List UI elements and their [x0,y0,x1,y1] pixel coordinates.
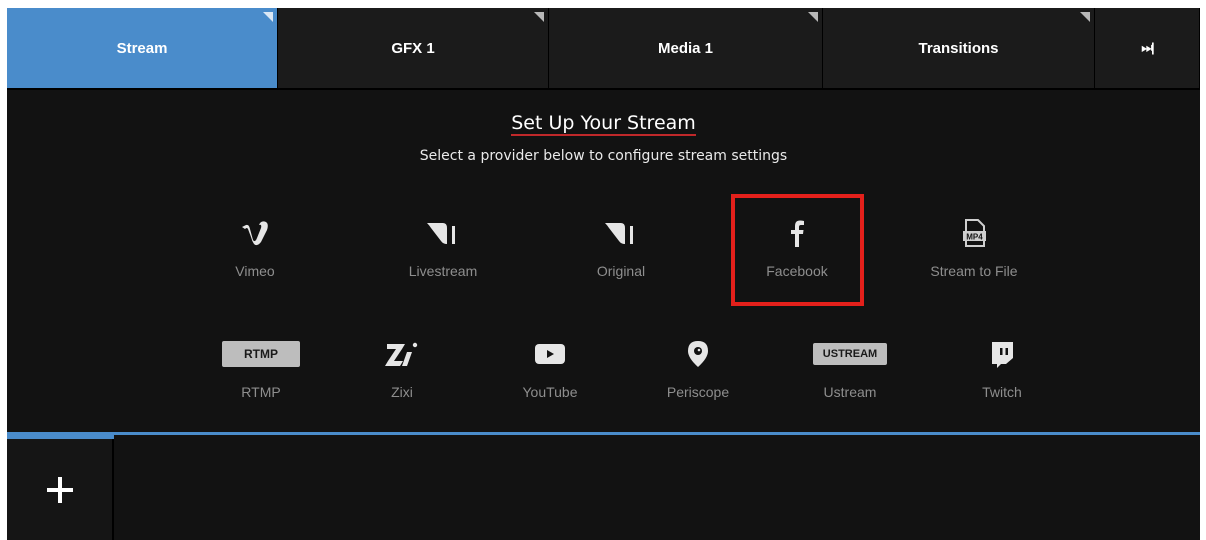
tab-corner-icon [1080,12,1090,22]
twitch-icon [937,334,1067,374]
ustream-badge-icon: USTREAM [785,334,915,374]
facebook-icon [732,213,862,253]
provider-vimeo[interactable]: Vimeo [190,213,320,303]
rtmp-badge: RTMP [222,341,300,367]
provider-label: Original [596,263,646,279]
tab-label: Stream [116,39,168,57]
stream-setup-panel: Set Up Your Stream Select a provider bel… [7,90,1200,432]
periscope-icon [633,334,763,374]
provider-label: Stream to File [930,263,1018,279]
livestream-icon [556,213,686,253]
rtmp-badge-icon: RTMP [196,334,326,374]
livestream-icon [378,213,508,253]
tab-bar: Stream GFX 1 Media 1 Transitions ⏭| [7,8,1200,90]
page-subtitle: Select a provider below to configure str… [419,148,788,164]
provider-livestream[interactable]: Livestream [378,213,508,303]
vimeo-icon [190,213,320,253]
provider-original[interactable]: Original [556,213,686,303]
tab-corner-icon [534,12,544,22]
mp4-badge-text: MP4 [966,233,983,242]
page-title: Set Up Your Stream [7,112,1200,136]
provider-label: Facebook [766,263,828,279]
tab-label: Transitions [918,39,999,57]
tab-corner-icon [263,12,273,22]
provider-periscope[interactable]: Periscope [633,334,763,424]
ustream-badge: USTREAM [812,343,888,365]
add-button[interactable] [7,439,114,540]
provider-facebook[interactable]: Facebook [732,213,862,303]
tab-media-1[interactable]: Media 1 [549,8,823,88]
tab-gfx-1[interactable]: GFX 1 [278,8,549,88]
provider-ustream[interactable]: USTREAM Ustream [785,334,915,424]
provider-label: Twitch [982,384,1022,400]
provider-zixi[interactable]: Zixi [337,334,467,424]
tab-label: GFX 1 [391,39,435,57]
tab-corner-icon [808,12,818,22]
mp4-file-icon: MP4 [909,213,1039,253]
provider-label: Zixi [391,384,413,400]
zixi-icon [337,334,467,374]
skip-to-end-icon: ⏭| [1141,40,1154,55]
provider-label: RTMP [241,384,281,400]
tab-transitions[interactable]: Transitions [823,8,1095,88]
tab-label: Media 1 [657,39,714,57]
provider-label: Ustream [823,384,877,400]
provider-youtube[interactable]: YouTube [485,334,615,424]
provider-rtmp[interactable]: RTMP RTMP [196,334,326,424]
plus-icon [46,476,73,503]
tab-stream[interactable]: Stream [7,8,278,88]
provider-label: Livestream [408,263,478,279]
provider-twitch[interactable]: Twitch [937,334,1067,424]
provider-label: YouTube [522,384,578,400]
title-text: Set Up Your Stream [511,112,696,136]
provider-label: Periscope [666,384,730,400]
provider-stream-to-file[interactable]: MP4 Stream to File [909,213,1039,303]
provider-label: Vimeo [235,263,275,279]
youtube-icon [485,334,615,374]
skip-to-end-button[interactable]: ⏭| [1095,8,1200,88]
app-window: Stream GFX 1 Media 1 Transitions ⏭| Set … [7,8,1200,540]
bottom-panel [7,432,1200,540]
